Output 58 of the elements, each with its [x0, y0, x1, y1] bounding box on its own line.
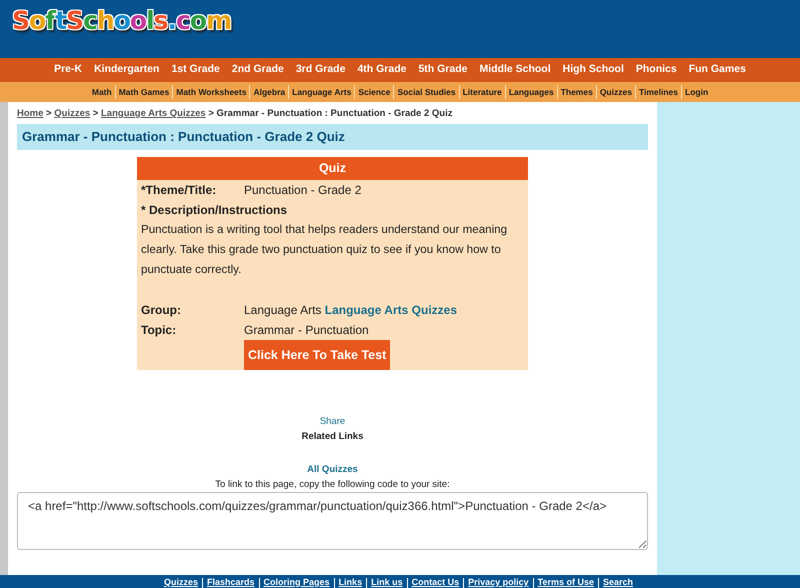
- topic-label: Topic:: [141, 322, 178, 338]
- grade-nav-link[interactable]: Phonics: [636, 62, 677, 78]
- all-quizzes-link[interactable]: All Quizzes: [307, 464, 358, 475]
- grade-nav-link[interactable]: 1st Grade: [171, 62, 220, 78]
- related-links-heading: Related Links: [302, 430, 364, 442]
- grade-nav-link[interactable]: Middle School: [479, 62, 551, 78]
- link-instructions: To link to this page, copy the following code to your site:: [215, 478, 450, 490]
- subject-nav-link[interactable]: Quizzes: [596, 86, 635, 98]
- subject-nav-link[interactable]: Math Games: [116, 86, 172, 98]
- breadcrumb-separator: >: [46, 108, 52, 119]
- footer-link[interactable]: Terms of Use: [534, 576, 598, 588]
- subject-nav-link[interactable]: Timelines: [636, 86, 681, 98]
- breadcrumb-separator: >: [208, 108, 214, 119]
- group-link[interactable]: Language Arts Quizzes: [324, 300, 457, 320]
- grade-nav-link[interactable]: Kindergarten: [94, 62, 160, 78]
- subject-nav-link[interactable]: Science: [355, 86, 394, 98]
- footer-link[interactable]: Search: [599, 576, 638, 588]
- link-code-field[interactable]: <a href="http://www.softschools.com/quizzes/grammar/punctuation/quiz366.html">Punctuation - Grade 2</a>: [17, 492, 648, 550]
- site-logo[interactable]: SoftSchools.com: [12, 6, 232, 36]
- footer-link[interactable]: Privacy policy: [464, 576, 533, 588]
- subject-nav-link[interactable]: Social Studies: [394, 86, 459, 98]
- footer-link[interactable]: Links: [334, 576, 366, 588]
- footer-link[interactable]: Contact Us: [408, 576, 464, 588]
- grade-nav-link[interactable]: 3rd Grade: [296, 62, 346, 78]
- breadcrumb-current: Grammar - Punctuation : Punctuation - Grade 2 Quiz: [216, 108, 452, 119]
- footer-link[interactable]: Link us: [367, 576, 407, 588]
- subject-nav-link[interactable]: Themes: [558, 86, 596, 98]
- breadcrumb-link[interactable]: Language Arts Quizzes: [101, 108, 206, 119]
- grade-nav-link[interactable]: High School: [562, 62, 624, 78]
- subject-nav-link[interactable]: Login: [682, 86, 712, 98]
- footer-link[interactable]: Flashcards: [203, 576, 259, 588]
- description-label: * Description/Instructions: [141, 202, 288, 216]
- quiz-header: Quiz: [137, 156, 528, 180]
- subject-nav-link[interactable]: Literature: [460, 86, 505, 98]
- subject-nav-link[interactable]: Math: [88, 86, 115, 98]
- grade-nav-link[interactable]: Fun Games: [688, 62, 746, 78]
- grade-nav-link[interactable]: 4th Grade: [357, 62, 406, 78]
- footer-link[interactable]: Quizzes: [160, 576, 202, 588]
- theme-label: *Theme/Title:: [141, 182, 218, 198]
- share-link[interactable]: Share: [320, 416, 346, 428]
- theme-value: Punctuation - Grade 2: [244, 182, 362, 198]
- topic-value: Grammar - Punctuation: [244, 322, 369, 338]
- grade-nav-link[interactable]: Pre-K: [54, 62, 82, 78]
- breadcrumb-link[interactable]: Quizzes: [54, 108, 90, 119]
- footer-link[interactable]: Coloring Pages: [260, 576, 334, 588]
- grade-nav-link[interactable]: 5th Grade: [418, 62, 468, 78]
- group-label: Group:: [141, 302, 182, 318]
- breadcrumb-separator: >: [92, 108, 98, 119]
- subject-nav-link[interactable]: Languages: [506, 86, 557, 98]
- subject-nav-link[interactable]: Language Arts: [289, 86, 354, 98]
- group-value: Language Arts: [244, 302, 322, 318]
- breadcrumb-link[interactable]: Home: [17, 108, 44, 119]
- description-text: Punctuation is a writing tool that helps readers understand our meaning clearly. Take this grade two punctuation quiz to see if you know how to punctuate correctly.: [140, 222, 508, 278]
- subject-nav-link[interactable]: Math Worksheets: [173, 86, 250, 98]
- grade-nav-link[interactable]: 2nd Grade: [232, 62, 284, 78]
- take-test-button[interactable]: Click Here To Take Test: [244, 340, 390, 370]
- subject-nav-link[interactable]: Algebra: [250, 86, 288, 98]
- page-title: Grammar - Punctuation : Punctuation - Grade 2 Quiz: [17, 124, 648, 150]
